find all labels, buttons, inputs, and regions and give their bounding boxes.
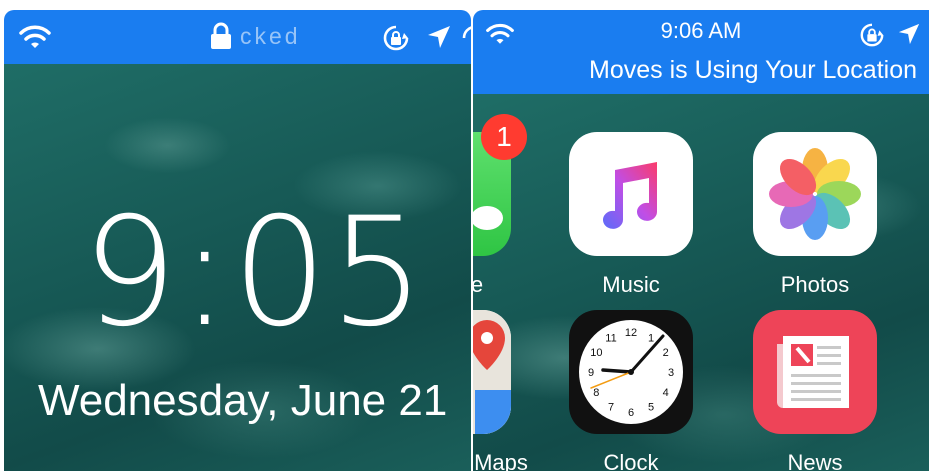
clock-number: 12 [625,327,637,339]
clock-number: 5 [648,402,654,414]
clock-number: 4 [663,387,669,399]
clock-number: 8 [593,387,599,399]
clock-app-label: Clock [603,450,659,471]
clock-number: 2 [663,347,669,359]
music-app-label: Music [602,272,660,297]
home-status-bar[interactable]: 9:06 AM Moves is Using Your Location [473,10,929,94]
clock-number: 1 [648,332,654,344]
location-usage-banner[interactable]: Moves is Using Your Location [589,56,917,85]
maps-app-icon-partial[interactable] [473,310,511,434]
app-label-partial: e [473,272,484,297]
photos-app-icon[interactable] [753,132,877,256]
rotation-lock-icon-partial [462,26,471,39]
news-app-icon[interactable] [753,310,877,434]
clock-number: 7 [608,402,614,414]
clock-number: 6 [628,407,634,419]
lock-screen-time: 9:05 [82,186,427,360]
clock-center-pin [628,369,634,375]
news-paper-icon [777,336,849,408]
music-note-icon [603,162,657,229]
news-app-label: News [787,450,843,471]
location-arrow-icon [428,26,450,48]
lock-screen: cked 9:05 Wednesday, June 21 [4,10,471,471]
rotation-lock-icon [860,23,884,47]
music-app-icon[interactable] [569,132,693,256]
clock-number: 3 [668,367,674,379]
lock-icon [211,22,231,49]
notification-badge: 1 [481,114,527,160]
home-screen: 9:06 AM Moves is Using Your Location 1 e [473,10,929,471]
wifi-icon [19,25,51,48]
rotation-lock-icon [383,25,409,51]
lock-screen-date: Wednesday, June 21 [38,376,448,425]
photos-app-label: Photos [780,272,850,297]
map-pin-icon [473,310,511,434]
clock-number: 11 [605,332,616,344]
lock-status-bar: cked [4,10,471,64]
photos-flower-icon [769,148,861,240]
locked-status-text: cked [240,23,301,49]
clock-number: 9 [588,367,594,379]
location-arrow-icon [898,23,920,45]
clock-hour-hand [601,368,633,374]
clock-face-icon: 12 12 3 45 6 78 9 1011 [579,320,683,424]
clock-number: 10 [590,347,602,359]
clock-app-icon[interactable]: 12 1 2 3 4 5 6 7 8 9 10 11 [569,310,693,434]
